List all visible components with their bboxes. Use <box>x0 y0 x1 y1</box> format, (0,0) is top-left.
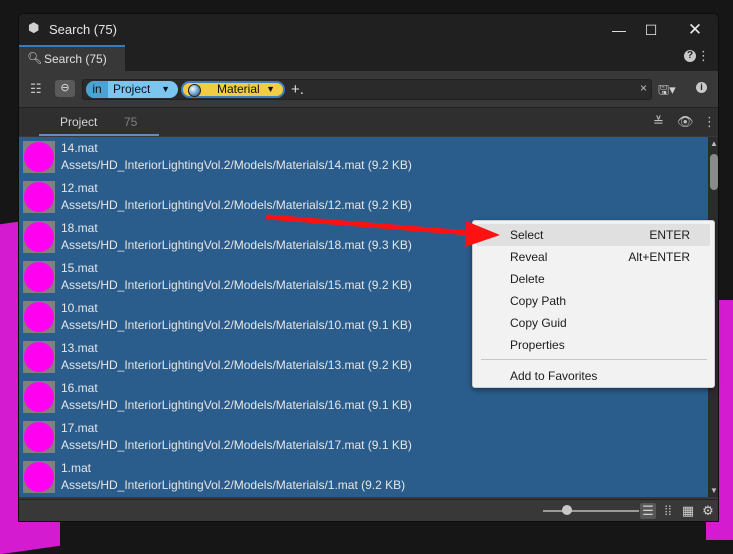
item-name: 16.mat <box>61 381 98 395</box>
search-toolbar: ☷ ⊖ in Project ▼ Material ▼ +. × 🖫▾ i <box>19 71 718 108</box>
material-thumbnail <box>23 141 55 173</box>
more-options-icon[interactable]: ⋮ <box>703 114 716 130</box>
menu-item-label: Add to Favorites <box>510 369 598 383</box>
menu-item-label: Delete <box>510 272 545 286</box>
more-options-icon[interactable]: ⋮ <box>697 48 710 64</box>
grid-view-icon[interactable]: ▦ <box>680 503 696 519</box>
menu-item-properties[interactable]: Properties <box>477 334 710 356</box>
close-button[interactable]: ✕ <box>675 18 715 42</box>
status-bar: ☰ ⁞⁞ ▦ ⚙ <box>19 499 718 521</box>
save-dropdown-icon[interactable]: 🖫▾ <box>658 81 676 103</box>
menu-item-label: Copy Guid <box>510 316 567 330</box>
chip-value: Material <box>217 82 260 96</box>
eye-icon[interactable]: 👁︎ <box>677 114 694 130</box>
tab-label: Search (75) <box>44 52 107 66</box>
group-label: Project <box>60 115 98 129</box>
item-name: 1.mat <box>61 461 92 475</box>
search-icon: 🔍︎ <box>27 51 43 65</box>
chip-value: Project <box>113 82 151 96</box>
material-thumbnail <box>23 381 55 413</box>
menu-item-copy-guid[interactable]: Copy Guid <box>477 312 710 334</box>
material-thumbnail <box>23 421 55 453</box>
menu-item-add-to-favorites[interactable]: Add to Favorites <box>477 365 710 387</box>
menu-item-label: Properties <box>510 338 565 352</box>
item-path: Assets/HD_InteriorLightingVol.2/Models/M… <box>61 158 412 172</box>
menu-item-select[interactable]: Select ENTER <box>477 224 710 246</box>
list-item[interactable]: 12.mat Assets/HD_InteriorLightingVol.2/M… <box>19 177 708 217</box>
list-item[interactable]: 1.mat Assets/HD_InteriorLightingVol.2/Mo… <box>19 457 708 497</box>
filter-chip-project[interactable]: in Project ▼ <box>86 81 178 98</box>
unity-cube-icon: ⬢ <box>28 20 40 35</box>
menu-item-shortcut: ENTER <box>649 228 690 242</box>
item-name: 17.mat <box>61 421 98 435</box>
item-size-slider-knob[interactable] <box>562 505 572 515</box>
item-path: Assets/HD_InteriorLightingVol.2/Models/M… <box>61 398 412 412</box>
context-menu: Select ENTER Reveal Alt+ENTER Delete Cop… <box>472 220 715 388</box>
menu-separator <box>481 359 707 360</box>
menu-item-label: Reveal <box>510 250 548 264</box>
material-thumbnail <box>23 181 55 213</box>
material-thumbnail <box>23 461 55 493</box>
clear-search-button[interactable]: × <box>640 81 647 95</box>
item-name: 15.mat <box>61 261 98 275</box>
help-icon[interactable]: ? <box>684 50 696 62</box>
item-name: 18.mat <box>61 221 98 235</box>
add-filter-button[interactable]: +. <box>291 80 304 99</box>
material-thumbnail <box>23 341 55 373</box>
tab-search[interactable]: 🔍︎ Search (75) <box>19 45 125 71</box>
scroll-up-arrow-icon[interactable]: ▲ <box>710 139 718 148</box>
search-input[interactable]: in Project ▼ Material ▼ +. × <box>82 79 652 100</box>
scrollbar-thumb[interactable] <box>710 154 718 190</box>
list-view-icon[interactable]: ☰ <box>640 503 656 519</box>
filter-list-icon[interactable]: ≚ <box>653 114 664 130</box>
material-thumbnail <box>23 221 55 253</box>
window-title: Search (75) <box>49 22 117 37</box>
item-path: Assets/HD_InteriorLightingVol.2/Models/M… <box>61 358 412 372</box>
group-tab-project[interactable]: Project 75 <box>39 108 159 136</box>
item-path: Assets/HD_InteriorLightingVol.2/Models/M… <box>61 438 412 452</box>
menu-item-shortcut: Alt+ENTER <box>628 250 690 264</box>
title-bar: ⬢ Search (75) — ☐ ✕ <box>19 14 718 45</box>
maximize-button[interactable]: ☐ <box>631 18 671 42</box>
menu-item-copy-path[interactable]: Copy Path <box>477 290 710 312</box>
chevron-down-icon[interactable]: ▼ <box>161 81 170 98</box>
item-path: Assets/HD_InteriorLightingVol.2/Models/M… <box>61 478 406 492</box>
list-item[interactable]: 14.mat Assets/HD_InteriorLightingVol.2/M… <box>19 137 708 177</box>
gear-icon[interactable]: ⚙ <box>700 503 716 519</box>
material-thumbnail <box>23 301 55 333</box>
scroll-down-arrow-icon[interactable]: ▼ <box>710 486 718 495</box>
material-sphere-icon <box>188 84 201 97</box>
compact-grid-icon[interactable]: ⁞⁞ <box>660 503 676 519</box>
item-size-slider[interactable] <box>543 510 639 512</box>
item-name: 14.mat <box>61 141 98 155</box>
tab-bar: 🔍︎ Search (75) ? ⋮ <box>19 45 718 71</box>
item-path: Assets/HD_InteriorLightingVol.2/Models/M… <box>61 238 412 252</box>
item-path: Assets/HD_InteriorLightingVol.2/Models/M… <box>61 198 412 212</box>
item-name: 10.mat <box>61 301 98 315</box>
menu-item-label: Select <box>510 228 544 242</box>
group-count: 75 <box>124 115 138 129</box>
chevron-down-icon[interactable]: ▼ <box>266 83 275 96</box>
menu-item-reveal[interactable]: Reveal Alt+ENTER <box>477 246 710 268</box>
info-icon[interactable]: i <box>696 82 707 93</box>
list-item[interactable]: 17.mat Assets/HD_InteriorLightingVol.2/M… <box>19 417 708 457</box>
group-bar: Project 75 ≚ 👁︎ ⋮ <box>19 108 718 136</box>
item-path: Assets/HD_InteriorLightingVol.2/Models/M… <box>61 318 412 332</box>
material-thumbnail <box>23 261 55 293</box>
item-name: 13.mat <box>61 341 98 355</box>
saved-searches-icon[interactable]: ☷ <box>30 81 42 97</box>
filter-chip-material[interactable]: Material ▼ <box>181 81 285 98</box>
item-path: Assets/HD_InteriorLightingVol.2/Models/M… <box>61 278 412 292</box>
menu-item-delete[interactable]: Delete <box>477 268 710 290</box>
menu-item-label: Copy Path <box>510 294 567 308</box>
item-name: 12.mat <box>61 181 98 195</box>
toggle-query-builder-button[interactable]: ⊖ <box>55 80 75 97</box>
chip-key: in <box>86 81 108 98</box>
